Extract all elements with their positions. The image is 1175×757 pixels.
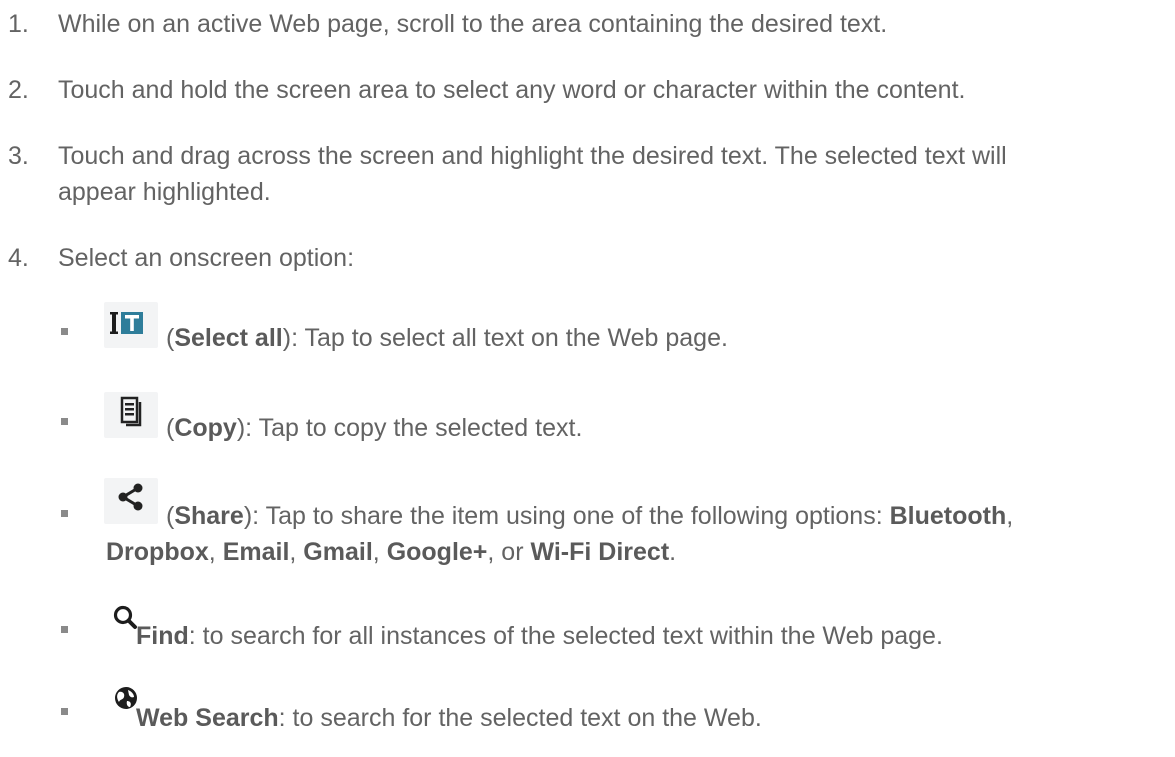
option-description: : to search for all instances of the sel…: [188, 622, 943, 650]
step-text: appear highlighted.: [58, 178, 271, 206]
bullet: [61, 510, 68, 517]
option-select-all: (Select all): Tap to select all text on …: [0, 302, 1175, 354]
step-text: While on an active Web page, scroll to t…: [58, 10, 888, 38]
option-description: : to search for the selected text on the…: [278, 704, 762, 732]
option-text: (Share): Tap to share the item using one…: [166, 502, 1014, 530]
option-find: Find: to search for all instances of the…: [0, 600, 1175, 652]
option-text: Find: to search for all instances of the…: [136, 618, 943, 654]
option-share: (Share): Tap to share the item using one…: [0, 478, 1175, 568]
share-target-dropbox: Dropbox: [106, 538, 209, 566]
option-description: : Tap to share the item using one of the…: [252, 502, 890, 530]
bullet: [61, 708, 68, 715]
share-target-gmail: Gmail: [303, 538, 373, 566]
option-description: : Tap to copy the selected text.: [245, 414, 583, 442]
option-label: Select all: [174, 324, 283, 352]
option-copy: (Copy): Tap to copy the selected text.: [0, 392, 1175, 444]
step-number: 4.: [8, 244, 29, 272]
step-number: 3.: [8, 142, 29, 170]
bullet: [61, 626, 68, 633]
step-text: Select an onscreen option:: [58, 244, 355, 272]
share-target-wifi-direct: Wi-Fi Direct: [530, 538, 670, 566]
share-target-googleplus: Google+: [386, 538, 488, 566]
option-label: Web Search: [136, 704, 279, 732]
option-text: Web Search: to search for the selected t…: [136, 700, 762, 736]
share-target-email: Email: [222, 538, 290, 566]
step-text: Touch and drag across the screen and hig…: [58, 142, 1007, 170]
select-all-icon: [104, 302, 158, 348]
instructions-document: 1. While on an active Web page, scroll t…: [0, 0, 1175, 757]
bullet: [61, 328, 68, 335]
share-target-bluetooth: Bluetooth: [889, 502, 1007, 530]
bullet: [61, 418, 68, 425]
option-description: : Tap to select all text on the Web page…: [291, 324, 728, 352]
step-number: 1.: [8, 10, 29, 38]
step-text: Touch and hold the screen area to select…: [58, 76, 966, 104]
share-icon: [104, 478, 158, 524]
step-number: 2.: [8, 76, 29, 104]
copy-icon: [104, 392, 158, 438]
option-label: Share: [174, 502, 244, 530]
option-text: (Copy): Tap to copy the selected text.: [166, 414, 583, 442]
option-text-continued: Dropbox, Email, Gmail, Google+, or Wi-Fi…: [106, 538, 677, 566]
option-label: Find: [136, 622, 189, 650]
option-web-search: Web Search: to search for the selected t…: [0, 682, 1175, 734]
option-label: Copy: [174, 414, 237, 442]
option-text: (Select all): Tap to select all text on …: [166, 324, 728, 352]
